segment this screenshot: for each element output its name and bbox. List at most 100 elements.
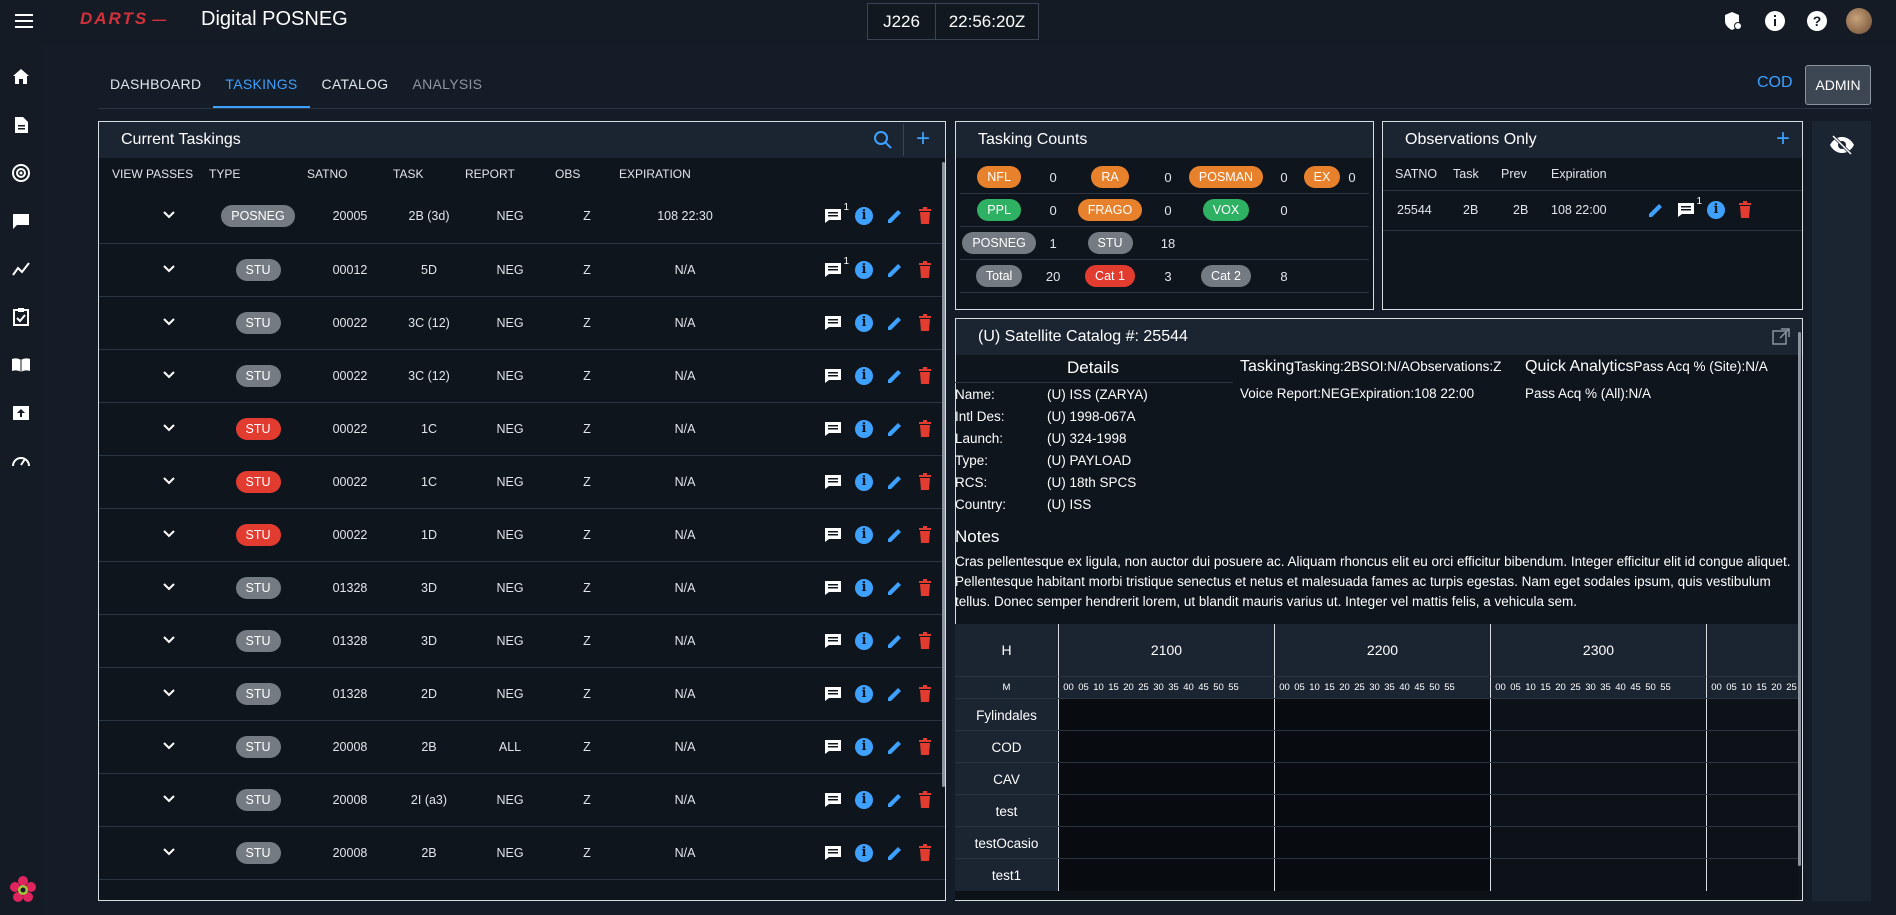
edit-icon[interactable]: [886, 632, 904, 650]
schedule-cell[interactable]: [1491, 827, 1707, 859]
table-row[interactable]: STU 00022 1C NEG Z N/A i: [99, 402, 945, 456]
chevron-down-icon[interactable]: [162, 209, 176, 223]
expand-passes[interactable]: [99, 667, 209, 721]
delete-icon[interactable]: [917, 260, 933, 279]
menu-icon[interactable]: [12, 10, 36, 34]
info-icon[interactable]: i: [855, 472, 873, 491]
expand-passes[interactable]: [99, 508, 209, 562]
edit-icon[interactable]: [886, 791, 904, 809]
info-icon[interactable]: i: [855, 631, 873, 650]
book-icon[interactable]: [8, 352, 34, 378]
info-icon[interactable]: i: [855, 578, 873, 597]
chevron-down-icon[interactable]: [162, 528, 176, 542]
delete-icon[interactable]: [917, 684, 933, 703]
schedule-cell[interactable]: [1707, 795, 1798, 827]
table-row[interactable]: STU 20008 2I (a3) NEG Z N/A i: [99, 773, 945, 827]
schedule-cell[interactable]: [1275, 827, 1491, 859]
tab-taskings[interactable]: TASKINGS: [213, 68, 310, 108]
expand-passes[interactable]: [99, 243, 209, 297]
expand-passes[interactable]: [99, 296, 209, 350]
info-icon[interactable]: i: [855, 790, 873, 809]
delete-icon[interactable]: [917, 366, 933, 385]
expand-passes[interactable]: [99, 455, 209, 509]
expand-passes[interactable]: [99, 614, 209, 668]
table-row[interactable]: STU 20008 2B ALL Z N/A i: [99, 720, 945, 774]
delete-icon[interactable]: [917, 207, 933, 225]
edit-icon[interactable]: [886, 579, 904, 597]
delete-icon[interactable]: [917, 313, 933, 332]
info-icon[interactable]: i: [855, 313, 873, 332]
expand-passes[interactable]: [99, 720, 209, 774]
expand-passes[interactable]: [99, 561, 209, 615]
delete-icon[interactable]: [917, 790, 933, 809]
info-icon[interactable]: i: [855, 207, 873, 226]
chat-icon[interactable]: [8, 208, 34, 234]
tab-catalog[interactable]: CATALOG: [310, 68, 401, 108]
chevron-down-icon[interactable]: [162, 687, 176, 701]
info-icon[interactable]: i: [855, 737, 873, 756]
edit-icon[interactable]: [886, 844, 904, 862]
column-header[interactable]: TASK: [393, 158, 465, 190]
message-icon[interactable]: [824, 739, 842, 755]
radar-icon[interactable]: [8, 160, 34, 186]
column-header[interactable]: SATNO: [307, 158, 393, 190]
column-header[interactable]: VIEW PASSES: [99, 158, 209, 190]
table-row[interactable]: STU 01328 2D NEG Z N/A i: [99, 667, 945, 721]
message-icon[interactable]: [824, 580, 842, 596]
table-row[interactable]: STU 00022 3C (12) NEG Z N/A i: [99, 349, 945, 403]
info-icon[interactable]: i: [855, 843, 873, 862]
user-avatar[interactable]: [1846, 8, 1872, 34]
expand-passes[interactable]: [99, 349, 209, 403]
delete-icon[interactable]: [917, 525, 933, 544]
message-icon[interactable]: [824, 845, 842, 861]
chevron-down-icon[interactable]: [162, 475, 176, 489]
expand-passes[interactable]: [99, 402, 209, 456]
chevron-down-icon[interactable]: [162, 634, 176, 648]
message-icon[interactable]: [824, 421, 842, 437]
message-icon[interactable]: 1: [824, 202, 849, 224]
schedule-cell[interactable]: [1059, 699, 1275, 731]
table-row[interactable]: STU 00022 1C NEG Z N/A i: [99, 455, 945, 509]
scrollbar[interactable]: [1798, 332, 1801, 866]
schedule-cell[interactable]: [1059, 731, 1275, 763]
table-row[interactable]: STU 00022 3C (12) NEG Z N/A i: [99, 296, 945, 350]
edit-icon[interactable]: [886, 473, 904, 491]
expand-passes[interactable]: [99, 826, 209, 880]
scrollbar[interactable]: [942, 162, 945, 787]
search-icon[interactable]: [873, 130, 893, 155]
message-icon[interactable]: [824, 474, 842, 490]
schedule-cell[interactable]: [1059, 827, 1275, 859]
column-header[interactable]: REPORT: [465, 158, 555, 190]
column-header[interactable]: EXPIRATION: [619, 158, 751, 190]
message-icon[interactable]: [824, 527, 842, 543]
schedule-cell[interactable]: [1275, 859, 1491, 891]
document-icon[interactable]: [8, 112, 34, 138]
edit-icon[interactable]: [886, 261, 904, 279]
table-row[interactable]: STU 20008 2B NEG Z N/A i: [99, 826, 945, 880]
schedule-cell[interactable]: [1059, 859, 1275, 891]
edit-icon[interactable]: [886, 738, 904, 756]
edit-icon[interactable]: [886, 685, 904, 703]
schedule-cell[interactable]: [1275, 699, 1491, 731]
upload-icon[interactable]: [8, 400, 34, 426]
info-icon[interactable]: i: [855, 260, 873, 279]
message-icon[interactable]: [824, 792, 842, 808]
table-row[interactable]: STU 00012 5D NEG Z N/A 1 i: [99, 243, 945, 297]
table-row[interactable]: STU 01328 3D NEG Z N/A i: [99, 561, 945, 615]
chart-line-icon[interactable]: [8, 256, 34, 282]
chevron-down-icon[interactable]: [162, 263, 176, 277]
schedule-cell[interactable]: [1491, 795, 1707, 827]
edit-icon[interactable]: [886, 314, 904, 332]
schedule-cell[interactable]: [1491, 731, 1707, 763]
schedule-cell[interactable]: [1707, 763, 1798, 795]
admin-button[interactable]: ADMIN: [1805, 65, 1871, 105]
chevron-down-icon[interactable]: [162, 793, 176, 807]
chevron-down-icon[interactable]: [162, 316, 176, 330]
schedule-cell[interactable]: [1275, 763, 1491, 795]
schedule-cell[interactable]: [1707, 859, 1798, 891]
message-icon[interactable]: [824, 686, 842, 702]
schedule-cell[interactable]: [1059, 795, 1275, 827]
message-icon[interactable]: [824, 315, 842, 331]
clipboard-icon[interactable]: [8, 304, 34, 330]
delete-icon[interactable]: [917, 472, 933, 491]
